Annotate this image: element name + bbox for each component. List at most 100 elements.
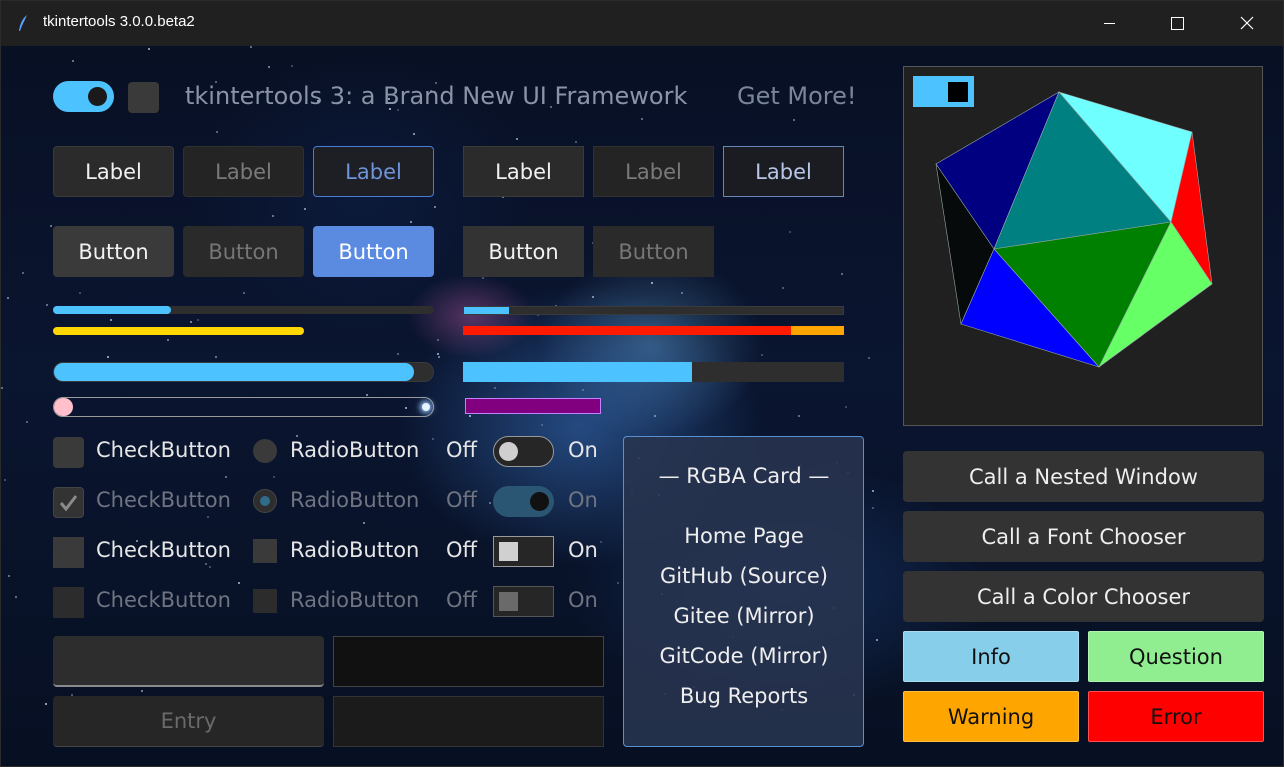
color-chooser-button[interactable]: Call a Color Chooser <box>903 571 1264 622</box>
switch-knob <box>499 542 518 561</box>
checkbutton-3[interactable] <box>53 537 84 568</box>
star <box>272 215 274 217</box>
link-gitcode[interactable]: GitCode (Mirror) <box>624 644 864 668</box>
label-2: Label <box>183 146 304 197</box>
star <box>209 566 211 568</box>
switch-1[interactable] <box>493 436 554 467</box>
radiobutton-3-label: RadioButton <box>290 538 420 562</box>
star <box>50 225 52 227</box>
star <box>600 541 602 543</box>
star <box>410 221 412 223</box>
minimize-icon <box>1104 23 1115 24</box>
star <box>868 357 870 359</box>
star <box>268 66 270 68</box>
star <box>216 131 218 133</box>
star <box>4 479 6 481</box>
progress-bar-thin-right-2 <box>463 326 844 335</box>
star <box>243 292 245 294</box>
star <box>489 502 491 504</box>
radiobutton-1-label: RadioButton <box>290 438 420 462</box>
question-button[interactable]: Question <box>1088 631 1264 682</box>
link-gitee[interactable]: Gitee (Mirror) <box>624 604 864 628</box>
star <box>793 119 795 121</box>
checkbutton-1[interactable] <box>53 437 84 468</box>
star <box>215 356 217 358</box>
progress-fill <box>54 398 73 416</box>
get-more-link[interactable]: Get More! <box>737 82 857 110</box>
nested-window-button[interactable]: Call a Nested Window <box>903 451 1264 502</box>
button-2-disabled: Button <box>183 226 304 277</box>
star <box>641 118 643 120</box>
error-button[interactable]: Error <box>1088 691 1264 742</box>
window-title: tkintertools 3.0.0.beta2 <box>43 13 195 30</box>
button-3-accent[interactable]: Button <box>313 226 434 277</box>
3d-canvas[interactable] <box>903 66 1263 426</box>
theme-switch[interactable] <box>53 81 114 112</box>
warning-button[interactable]: Warning <box>903 691 1079 742</box>
switch-2-off-label: Off <box>446 488 477 512</box>
star <box>761 354 763 356</box>
feather-icon <box>19 15 27 31</box>
star <box>469 415 471 417</box>
star <box>872 507 874 509</box>
star <box>45 703 47 705</box>
entry-4-disabled <box>333 696 604 747</box>
star <box>841 273 843 275</box>
star <box>7 297 9 299</box>
link-home-page[interactable]: Home Page <box>624 524 864 548</box>
application-window: tkintertools 3.0.0.beta2 tkintertools 3:… <box>0 0 1284 767</box>
star <box>789 231 791 233</box>
label-3: Label <box>313 146 434 197</box>
switch-knob <box>88 87 107 106</box>
star <box>494 387 496 389</box>
switch-3[interactable] <box>493 536 554 567</box>
star <box>304 208 306 210</box>
star <box>413 133 415 135</box>
radio-dot <box>260 496 270 506</box>
star <box>482 277 484 279</box>
button-4[interactable]: Button <box>463 226 584 277</box>
close-button[interactable] <box>1214 1 1283 46</box>
label-6: Label <box>723 146 844 197</box>
star <box>516 138 518 140</box>
headline-text: tkintertools 3: a Brand New UI Framework <box>185 82 688 110</box>
minimize-button[interactable] <box>1074 1 1144 46</box>
switch-knob <box>530 492 549 511</box>
star <box>617 582 619 584</box>
radiobutton-3[interactable] <box>253 539 277 563</box>
star <box>651 282 653 284</box>
star <box>437 353 439 355</box>
star <box>238 582 240 584</box>
canvas-switch[interactable] <box>913 76 974 107</box>
switch-3-on-label: On <box>568 538 598 562</box>
star <box>592 296 594 298</box>
toggle-square[interactable] <box>128 82 159 113</box>
star <box>197 319 199 321</box>
entry-3-disabled: Entry <box>53 696 324 747</box>
title-bar[interactable]: tkintertools 3.0.0.beta2 <box>1 1 1283 46</box>
checkbutton-2-disabled <box>53 487 84 518</box>
star <box>432 438 434 440</box>
font-chooser-button[interactable]: Call a Font Chooser <box>903 511 1264 562</box>
label-4: Label <box>463 146 584 197</box>
button-1[interactable]: Button <box>53 226 174 277</box>
entry-1[interactable] <box>53 636 324 687</box>
radiobutton-1[interactable] <box>253 439 277 463</box>
star <box>872 490 874 492</box>
star <box>654 415 656 417</box>
progress-fill <box>464 307 510 314</box>
star <box>110 319 112 321</box>
star <box>273 476 275 478</box>
label-5: Label <box>593 146 714 197</box>
radiobutton-2-disabled <box>253 489 277 513</box>
entry-2[interactable] <box>333 636 604 687</box>
info-button[interactable]: Info <box>903 631 1079 682</box>
star <box>205 563 207 565</box>
star <box>845 406 847 408</box>
star <box>681 292 683 294</box>
star <box>434 206 436 208</box>
maximize-button[interactable] <box>1144 1 1214 46</box>
link-github[interactable]: GitHub (Source) <box>624 564 864 588</box>
switch-4-disabled <box>493 586 554 617</box>
link-bug-reports[interactable]: Bug Reports <box>624 684 864 708</box>
